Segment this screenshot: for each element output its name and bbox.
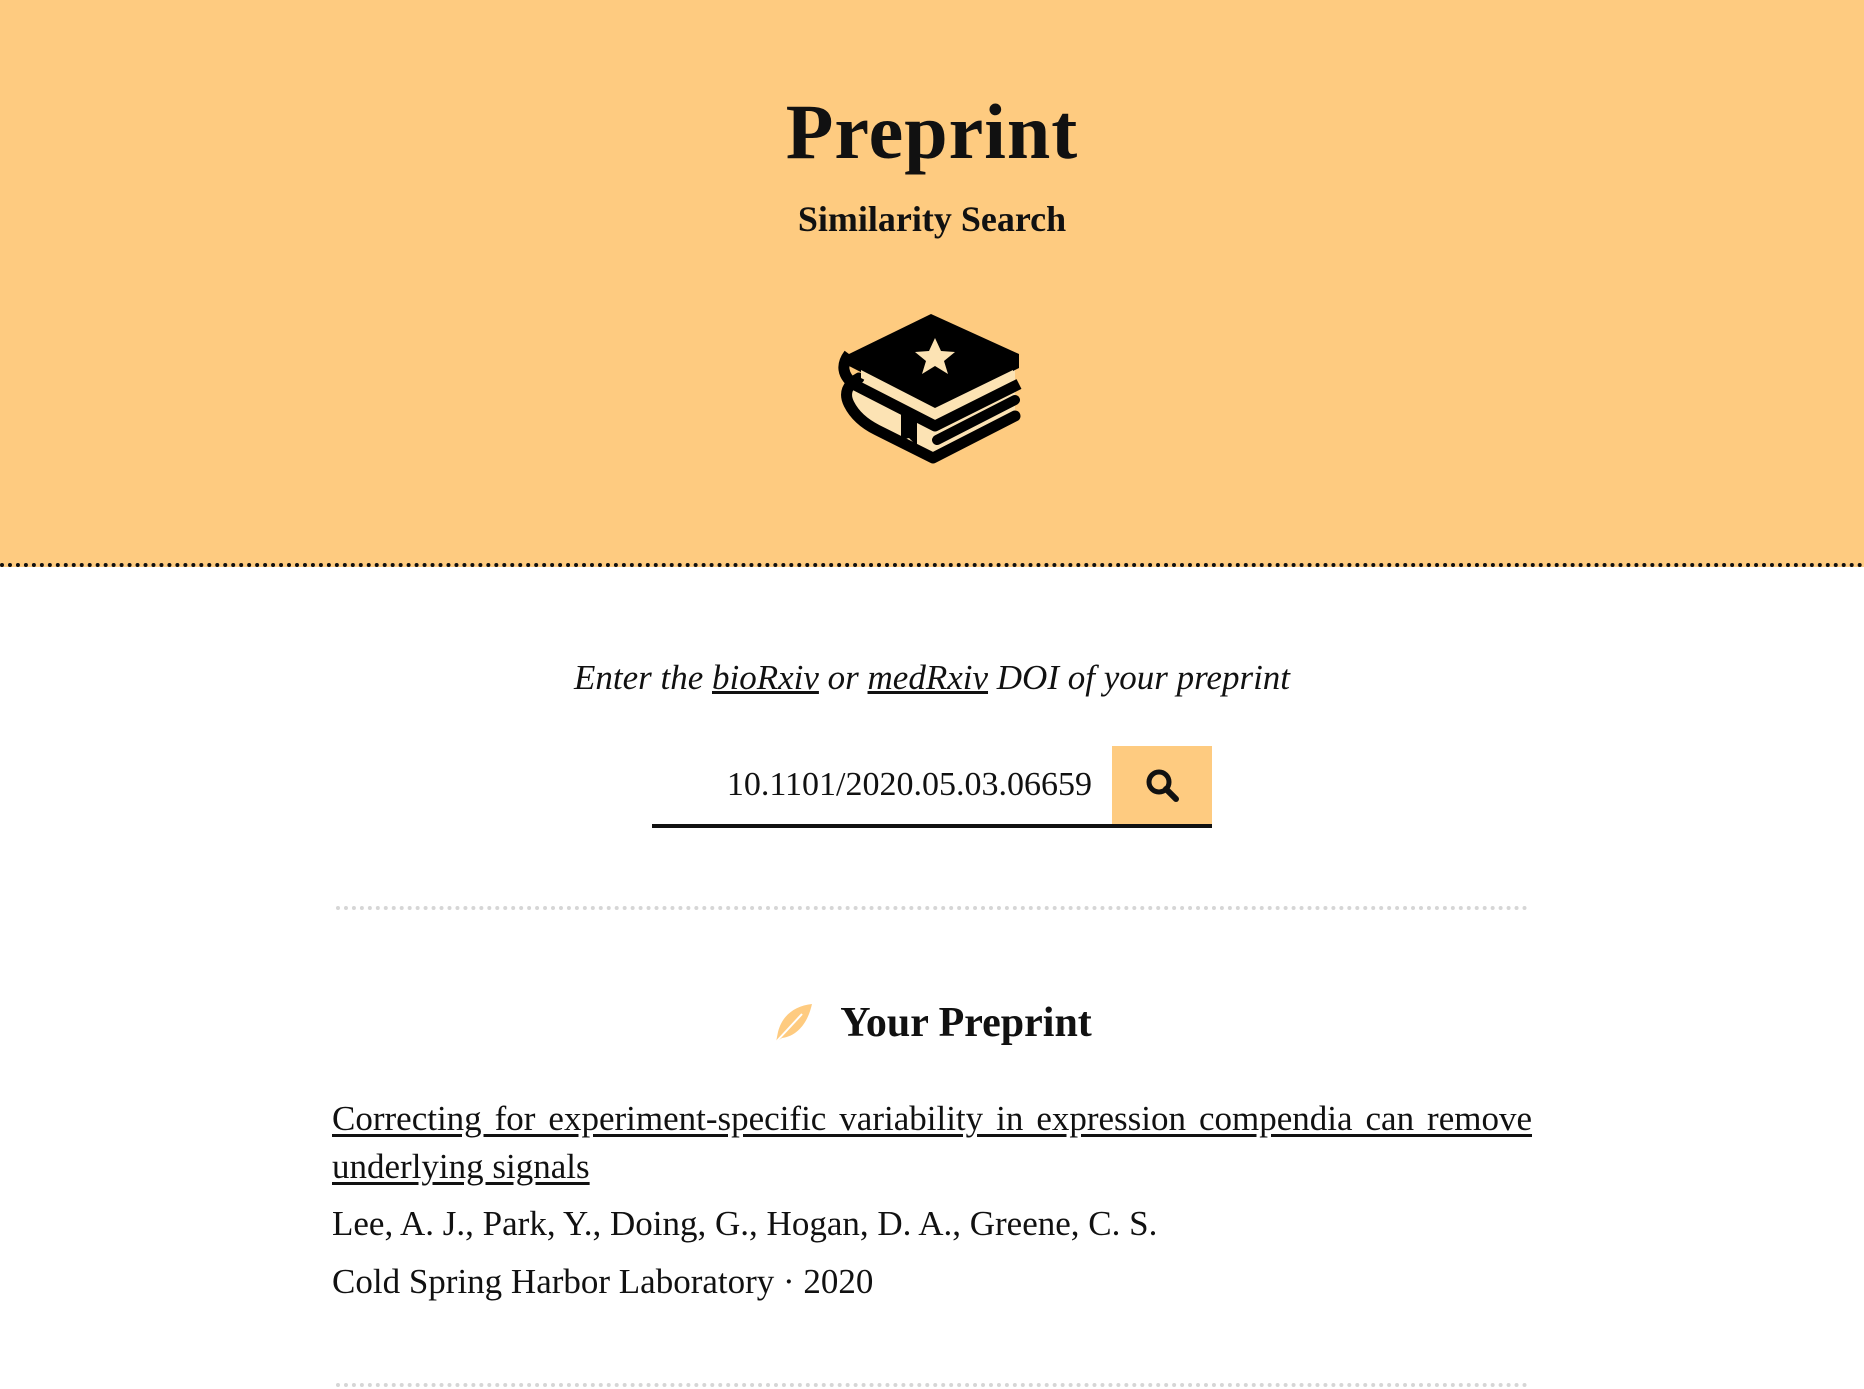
prompt-text-end: DOI of your preprint	[988, 658, 1291, 697]
section-divider	[336, 906, 1528, 910]
prompt-text-or: or	[818, 658, 868, 697]
doi-search-input[interactable]	[652, 746, 1112, 824]
preprint-title-link[interactable]: Correcting for experiment-specific varia…	[332, 1095, 1532, 1191]
search-prompt: Enter the bioRxiv or medRxiv DOI of your…	[0, 655, 1864, 701]
search-box	[652, 746, 1212, 828]
section-divider	[336, 1383, 1528, 1387]
search-button[interactable]	[1112, 746, 1212, 824]
your-preprint-heading: Your Preprint	[0, 995, 1864, 1051]
preprint-source: Cold Spring Harbor Laboratory · 2020	[332, 1262, 874, 1301]
book-stack-star-icon	[838, 314, 1022, 464]
site-header: Preprint Similarity Search	[0, 0, 1864, 567]
prompt-text-start: Enter the	[573, 658, 712, 697]
biorxiv-link[interactable]: bioRxiv	[712, 658, 819, 697]
preprint-authors: Lee, A. J., Park, Y., Doing, G., Hogan, …	[332, 1204, 1158, 1243]
section-title-text: Your Preprint	[840, 1000, 1092, 1046]
search-icon	[1146, 769, 1179, 802]
medrxiv-link[interactable]: medRxiv	[868, 658, 988, 697]
site-subtitle: Similarity Search	[797, 199, 1067, 239]
site-title: Preprint	[785, 88, 1079, 175]
feather-icon	[775, 1004, 813, 1043]
